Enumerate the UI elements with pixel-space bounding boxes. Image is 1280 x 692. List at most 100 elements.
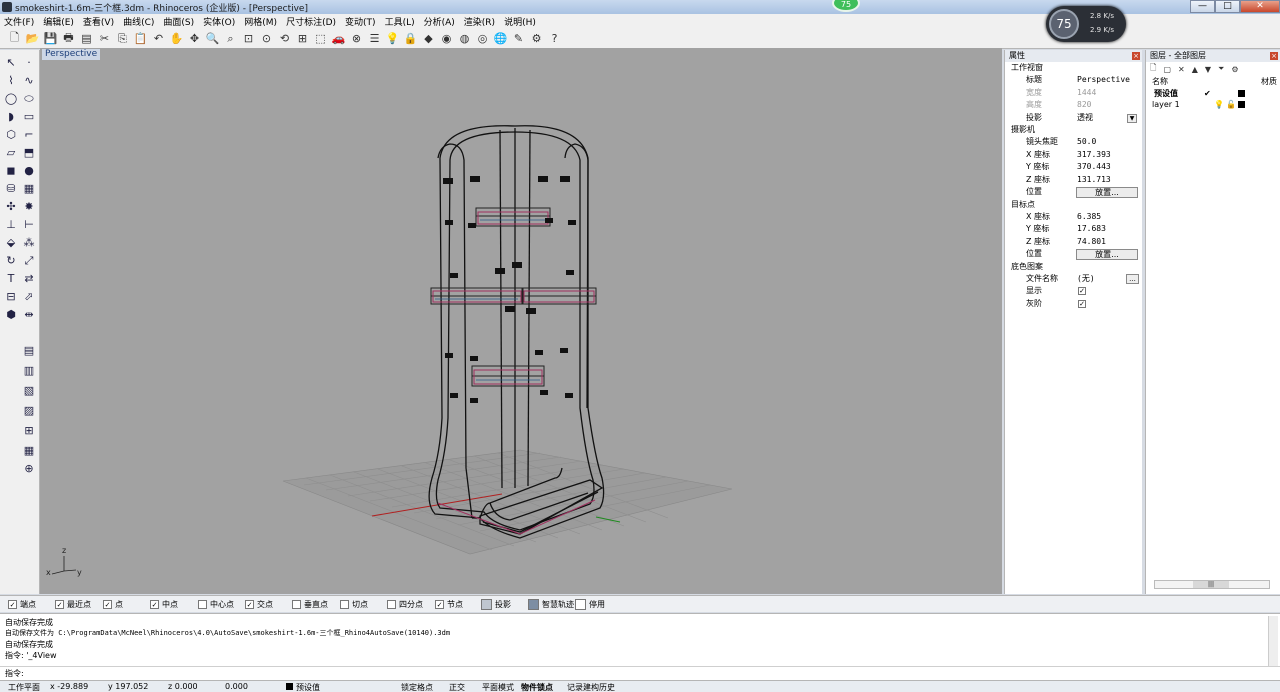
polyline-icon[interactable]: ⌇ [2, 72, 20, 90]
status-osnap[interactable]: 物件锁点 [521, 682, 553, 692]
extrude-icon[interactable]: ⬒ [20, 144, 38, 162]
command-input[interactable]: 指令: [0, 666, 1280, 679]
cam-y-input[interactable]: 370.443 [1077, 161, 1139, 174]
disable-toggle[interactable]: 停用 [575, 599, 605, 610]
checkbox[interactable] [340, 600, 349, 609]
options-icon[interactable]: ⚙ [528, 30, 545, 47]
smarttrack-button[interactable] [528, 599, 539, 610]
point-icon[interactable]: · [20, 54, 38, 72]
rotate-icon[interactable]: ↻ [2, 252, 20, 270]
perspective-viewport[interactable]: z x y Perspective [40, 48, 1002, 594]
menu-render[interactable]: 渲染(R) [464, 15, 495, 28]
polygon-icon[interactable]: ⬡ [2, 126, 20, 144]
menu-tools[interactable]: 工具(L) [385, 15, 415, 28]
title-value[interactable]: Perspective [1077, 74, 1139, 87]
globe-icon[interactable]: 🌐 [492, 30, 509, 47]
menu-surface[interactable]: 曲面(S) [163, 15, 194, 28]
checkbox[interactable]: ✓ [435, 600, 444, 609]
osnap-quad[interactable]: 四分点 [387, 599, 423, 610]
menu-view[interactable]: 查看(V) [83, 15, 114, 28]
align-icon[interactable]: ⊟ [2, 288, 20, 306]
copy-icon[interactable]: ⎘ [114, 30, 131, 47]
arc-icon[interactable]: ◗ [2, 108, 20, 126]
explode-icon[interactable]: ✸ [20, 198, 38, 216]
lock-icon[interactable]: 🔒 [402, 30, 419, 47]
cut-icon[interactable]: ✂ [96, 30, 113, 47]
open-file-icon[interactable]: 📂 [24, 30, 41, 47]
osnap-point[interactable]: ✓ 点 [103, 599, 123, 610]
checkbox[interactable]: ✓ [245, 600, 254, 609]
zoom-extents-icon[interactable]: ⊡ [240, 30, 257, 47]
material-icon[interactable]: ◆ [420, 30, 437, 47]
paste-icon[interactable]: 📋 [132, 30, 149, 47]
osnap-near[interactable]: ✓ 最近点 [55, 599, 91, 610]
minimize-button[interactable]: — [1190, 0, 1215, 13]
rotate-view-icon[interactable]: ✥ [186, 30, 203, 47]
status-ortho[interactable]: 正交 [449, 682, 465, 692]
undo-view-icon[interactable]: ⟲ [276, 30, 293, 47]
zoom-selected-icon[interactable]: ⊙ [258, 30, 275, 47]
layer-icon[interactable]: ☰ [366, 30, 383, 47]
tgt-y-input[interactable]: 17.683 [1077, 223, 1139, 236]
layout-tool-icon[interactable]: ▧ [20, 382, 38, 400]
osnap-mid[interactable]: ✓ 中点 [150, 599, 178, 610]
chevron-down-icon[interactable]: ▼ [1127, 113, 1137, 123]
hatch-tool-icon[interactable]: ▦ [20, 442, 38, 460]
car-icon[interactable]: 🚗 [330, 30, 347, 47]
checkbox[interactable] [292, 600, 301, 609]
properties-close-icon[interactable]: × [1132, 52, 1140, 60]
select-icon[interactable]: ⊗ [348, 30, 365, 47]
import-icon[interactable]: ▤ [78, 30, 95, 47]
layer-row-default[interactable]: 预设值 ✔ [1146, 88, 1280, 99]
curve-icon[interactable]: ∿ [20, 72, 38, 90]
dimension-icon[interactable]: ⇹ [20, 306, 38, 324]
maximize-button[interactable]: □ [1215, 0, 1240, 13]
unlock-icon[interactable]: 🔓 [1226, 99, 1236, 110]
focal-input[interactable]: 50.0 [1077, 136, 1139, 149]
checkbox[interactable]: ✓ [55, 600, 64, 609]
horizontal-scrollbar[interactable]: ||| [1154, 580, 1270, 589]
project-toggle[interactable] [481, 599, 492, 610]
save-icon[interactable]: 💾 [42, 30, 59, 47]
fillet-icon[interactable]: ⌐ [20, 126, 38, 144]
bulb-icon[interactable]: 💡 [1214, 99, 1224, 110]
viewport-tab-perspective[interactable]: Perspective [42, 49, 101, 60]
network-speed-widget[interactable]: 75 2.8 K/s 2.9 K/s [1046, 6, 1126, 42]
status-grid-snap[interactable]: 锁定格点 [401, 682, 433, 692]
move-icon[interactable]: ⬀ [20, 288, 38, 306]
boolean-icon[interactable]: ✣ [2, 198, 20, 216]
smarttrack-toggle[interactable]: 智慧轨迹 [528, 599, 574, 610]
layer-tools-icon[interactable]: ⚙ [1231, 65, 1238, 74]
block-tool-icon[interactable]: ⊞ [20, 422, 38, 440]
new-layer-icon[interactable]: 🗋 [1150, 62, 1156, 76]
osnap-end[interactable]: ✓ 端点 [8, 599, 36, 610]
osnap-tan[interactable]: 切点 [340, 599, 368, 610]
analysis-tool-icon[interactable]: ▥ [20, 362, 38, 380]
menu-file[interactable]: 文件(F) [4, 15, 34, 28]
select-arrow-icon[interactable]: ↖ [2, 54, 20, 72]
detail-tool-icon[interactable]: ▨ [20, 402, 38, 420]
layers-close-icon[interactable]: × [1270, 52, 1278, 60]
four-view-icon[interactable]: ⊞ [294, 30, 311, 47]
array-icon[interactable]: T [2, 270, 20, 288]
menu-curve[interactable]: 曲线(C) [123, 15, 154, 28]
ellipse-icon[interactable]: ⬭ [20, 90, 38, 108]
checkbox[interactable]: ✓ [150, 600, 159, 609]
show-checkbox[interactable]: ✓ [1078, 287, 1086, 295]
osnap-perp[interactable]: 垂直点 [292, 599, 328, 610]
gray-checkbox[interactable]: ✓ [1078, 299, 1086, 308]
trim-icon[interactable]: ⊥ [2, 216, 20, 234]
osnap-int[interactable]: ✓ 交点 [245, 599, 273, 610]
place-camera-button[interactable]: 放置... [1076, 187, 1138, 198]
menu-analyze[interactable]: 分析(A) [424, 15, 455, 28]
osnap-knot[interactable]: ✓ 节点 [435, 599, 463, 610]
rectangle-icon[interactable]: ▭ [20, 108, 38, 126]
circle-icon[interactable]: ◯ [2, 90, 20, 108]
target-tool-icon[interactable]: ⊕ [20, 460, 38, 478]
move-down-icon[interactable]: ▼ [1205, 65, 1211, 74]
tgt-z-input[interactable]: 74.801 [1077, 236, 1139, 249]
mesh-icon[interactable]: ▦ [20, 180, 38, 198]
render-icon[interactable]: ◎ [474, 30, 491, 47]
menu-edit[interactable]: 编辑(E) [43, 15, 74, 28]
status-layer[interactable]: 预设值 [296, 682, 320, 692]
